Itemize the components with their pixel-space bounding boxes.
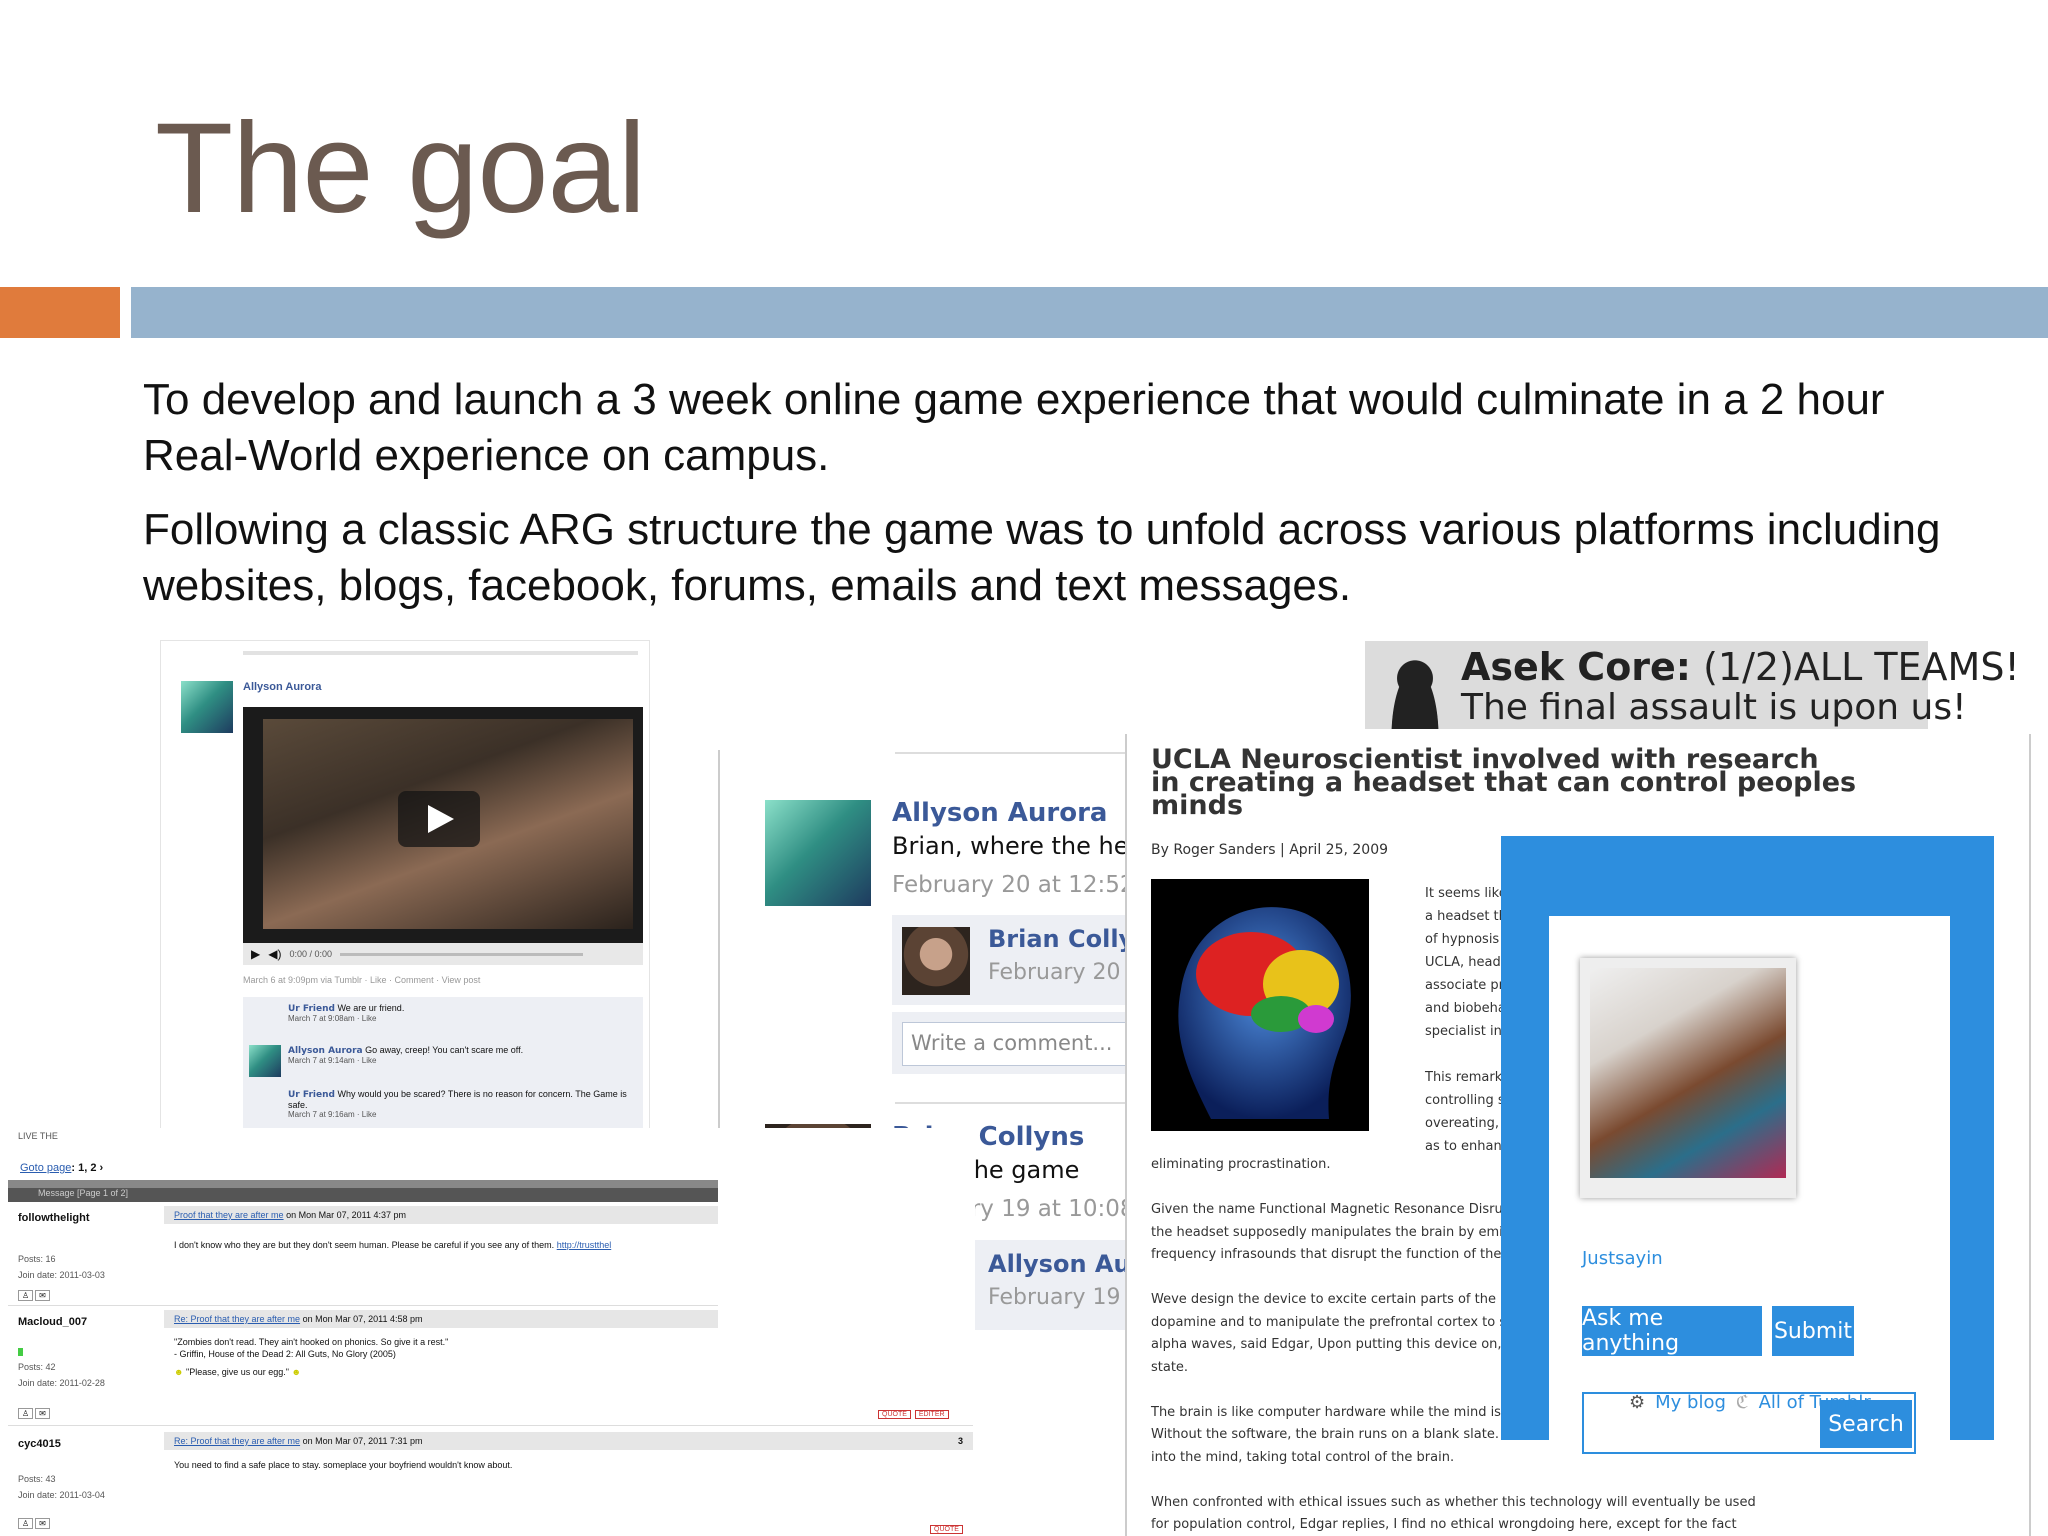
- video-progress[interactable]: [340, 952, 583, 956]
- play-icon: [428, 805, 454, 833]
- forum-post: Macloud_007 Posts: 42 Join date: 2011-02…: [8, 1308, 973, 1426]
- comment-box-wrap: Write a comment...: [892, 1012, 1128, 1074]
- avatar: [765, 800, 871, 906]
- reply-time: February 20 a: [988, 960, 1128, 985]
- accent-bar-blue: [131, 287, 2048, 338]
- accent-bar-orange: [0, 287, 120, 338]
- forum-header: Message [Page 1 of 2]: [8, 1188, 718, 1202]
- forum-panel: LIVE THE Goto page: 1, 2 › Message [Page…: [0, 1128, 975, 1536]
- post-count: Posts: 16: [18, 1254, 56, 1264]
- comment-3: Ur Friend Why would you be scared? There…: [288, 1089, 627, 1119]
- profile-photo-image: [1590, 968, 1786, 1178]
- volume-icon[interactable]: ◀): [268, 947, 281, 961]
- join-date: Join date: 2011-03-03: [18, 1270, 105, 1280]
- brain-icon: [1178, 907, 1351, 1119]
- pm-icon[interactable]: ✉: [35, 1518, 50, 1529]
- goal-paragraph-1: To develop and launch a 3 week online ga…: [143, 375, 1885, 480]
- tumblr-sidebar: Justsayin Ask me anything Submit Search: [1549, 916, 1950, 1454]
- divider: [8, 1180, 718, 1188]
- edit-button[interactable]: EDITER: [914, 1410, 949, 1419]
- reply-time: February 19 a: [988, 1285, 1128, 1310]
- comment-1: Ur Friend We are ur friend. March 7 at 9…: [288, 1003, 405, 1023]
- contact-avatar-icon: [1385, 651, 1445, 729]
- video-controls: ▶ ◀) 0:00 / 0:00: [243, 943, 643, 965]
- comment-2: Allyson Aurora Go away, creep! You can't…: [288, 1045, 524, 1065]
- post-author[interactable]: Allyson Aurora: [243, 681, 321, 693]
- post-body: You need to find a safe place to stay. s…: [174, 1460, 513, 1470]
- ask-button[interactable]: Ask me anything: [1582, 1306, 1762, 1356]
- sms-message-card: Asek Core: (1/2)ALL TEAMS! The final ass…: [1365, 641, 2020, 729]
- profile-icon[interactable]: ♙: [18, 1408, 34, 1419]
- play-icon[interactable]: ▶: [251, 947, 260, 961]
- pm-icon[interactable]: ✉: [35, 1290, 50, 1301]
- forum-post: followthelight Posts: 16 Join date: 2011…: [8, 1206, 718, 1306]
- post-header: Re: Proof that they are after me on Mon …: [164, 1432, 973, 1450]
- article-byline: By Roger Sanders | April 25, 2009: [1151, 842, 1389, 858]
- post-actions: QUOTE: [930, 1518, 963, 1536]
- profile-buttons: ♙ ✉: [18, 1290, 50, 1301]
- divider: [243, 651, 638, 655]
- goal-paragraph-2: Following a classic ARG structure the ga…: [143, 505, 1941, 610]
- submit-button[interactable]: Submit: [1772, 1306, 1854, 1356]
- profile-buttons: ♙ ✉: [18, 1518, 50, 1529]
- sms-line-1: Asek Core: (1/2)ALL TEAMS!: [1461, 645, 2020, 689]
- profile-icon[interactable]: ♙: [18, 1290, 34, 1301]
- brain-image: [1151, 879, 1369, 1131]
- profile-photo: [1580, 958, 1796, 1198]
- tumblr-blog: Justsayin Ask me anything Submit Search …: [1501, 836, 1994, 1454]
- comments-list: Ur Friend We are ur friend. March 7 at 9…: [243, 997, 643, 1144]
- join-date: Join date: 2011-03-04: [18, 1490, 105, 1500]
- slide-title: The goal: [155, 97, 646, 240]
- reply-author[interactable]: Allyson Aur: [988, 1250, 1128, 1278]
- post-time[interactable]: February 20 at 12:52p: [892, 872, 1128, 898]
- tumblr-logo-icon: ⚙: [1629, 1392, 1646, 1413]
- forum-live-label: LIVE THE: [18, 1131, 58, 1141]
- post-author[interactable]: Allyson Aurora: [892, 798, 1107, 828]
- profile-buttons: ♙ ✉: [18, 1408, 50, 1419]
- reply-box: Brian Collyn February 20 a: [892, 915, 1128, 1005]
- post-body: I don't know who they are but they don't…: [174, 1240, 612, 1250]
- video-time: 0:00 / 0:00: [289, 949, 333, 959]
- my-blog-link[interactable]: My blog: [1655, 1392, 1726, 1413]
- post-meta: March 6 at 9:09pm via Tumblr · Like · Co…: [243, 975, 481, 985]
- avatar: [902, 927, 970, 995]
- post-username[interactable]: cyc4015: [18, 1438, 61, 1450]
- post-body: "Zombies don't read. They ain't hooked o…: [174, 1337, 449, 1377]
- play-button[interactable]: [398, 791, 480, 847]
- post-actions: QUOTE EDITER: [878, 1410, 949, 1419]
- post-count: Posts: 43: [18, 1474, 56, 1484]
- blog-username[interactable]: Justsayin: [1582, 1248, 1663, 1269]
- post-username[interactable]: followthelight: [18, 1212, 89, 1224]
- post-header: Re: Proof that they are after me on Mon …: [164, 1310, 718, 1328]
- pm-icon[interactable]: ✉: [35, 1408, 50, 1419]
- tumblr-icon: ℭ: [1735, 1392, 1749, 1413]
- post-header: Proof that they are after me on Mon Mar …: [164, 1206, 718, 1224]
- pagination: Goto page: 1, 2 ›: [20, 1162, 104, 1174]
- quote-button[interactable]: QUOTE: [930, 1525, 963, 1534]
- post-username[interactable]: Macloud_007: [18, 1316, 87, 1328]
- post-count: Posts: 42: [18, 1362, 56, 1372]
- all-tumblr-link[interactable]: All of Tumblr: [1759, 1392, 1871, 1413]
- post-text: Brian, where the heck a: [892, 832, 1128, 860]
- quote-button[interactable]: QUOTE: [878, 1410, 911, 1419]
- avatar: [249, 1045, 281, 1077]
- article-headline: UCLA Neuroscientist involved with resear…: [1151, 744, 1857, 821]
- reply-author[interactable]: Brian Collyn: [988, 925, 1128, 953]
- profile-icon[interactable]: ♙: [18, 1518, 34, 1529]
- sms-line-2: The final assault is upon us!: [1461, 687, 1967, 728]
- comment-input[interactable]: Write a comment...: [902, 1022, 1128, 1066]
- join-date: Join date: 2011-02-28: [18, 1378, 105, 1388]
- video-post-card: Allyson Aurora ▶ ◀) 0:00 / 0:00 March 6 …: [160, 640, 650, 1145]
- divider: [895, 752, 1128, 754]
- goto-page-link[interactable]: Goto page: [20, 1162, 71, 1174]
- tumblr-footer-links: ⚙ My blog ℭ All of Tumblr: [1629, 1392, 1871, 1413]
- video-player[interactable]: [243, 707, 643, 943]
- forum-post: cyc4015 Posts: 43 Join date: 2011-03-04 …: [8, 1430, 973, 1536]
- avatar: [181, 681, 233, 733]
- divider: [895, 1102, 1128, 1104]
- rank-bar: [18, 1348, 23, 1356]
